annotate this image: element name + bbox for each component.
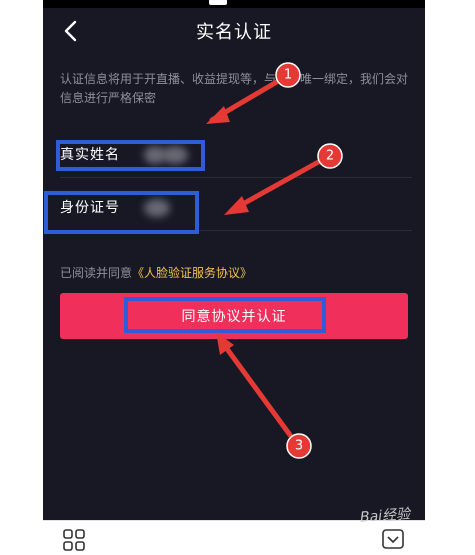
- privacy-notice: 认证信息将用于开直播、收益提现等，与账号唯一绑定，我们会对信息进行严格保密: [60, 72, 409, 105]
- signal-icon: [209, 0, 227, 5]
- status-bar: [43, 0, 425, 8]
- nav-bar: 实名认证: [43, 8, 425, 52]
- highlight-box-name: [56, 140, 205, 171]
- agreement-link[interactable]: 《人脸验证服务协议》: [132, 266, 252, 280]
- phone-screen: 实名认证 认证信息将用于开直播、收益提现等，与账号唯一绑定，我们会对信息进行严格…: [43, 0, 425, 520]
- chevron-down-box-icon[interactable]: [382, 529, 404, 549]
- watermark: Bai经验: [359, 506, 411, 526]
- page-title: 实名认证: [196, 22, 272, 43]
- highlight-box-id: [44, 191, 199, 234]
- agreement-prefix: 已阅读并同意: [60, 266, 133, 280]
- agreement-text: 已阅读并同意《人脸验证服务协议》: [60, 264, 252, 281]
- highlight-box-button: [124, 297, 326, 333]
- grid-icon[interactable]: [63, 529, 85, 551]
